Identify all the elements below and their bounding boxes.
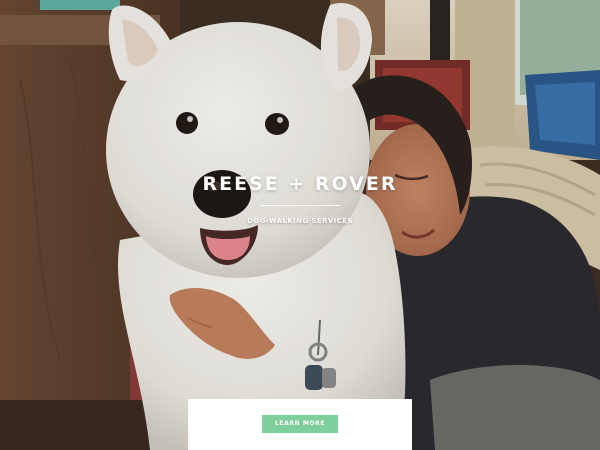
brand-block: REESE + ROVER DOG-WALKING SERVICES xyxy=(0,172,600,226)
brand-subtitle: DOG-WALKING SERVICES xyxy=(247,217,353,225)
brand-title: REESE + ROVER xyxy=(202,173,398,195)
title-divider xyxy=(260,205,340,206)
cta-panel: LEARN MORE xyxy=(188,399,412,450)
learn-more-button[interactable]: LEARN MORE xyxy=(262,415,338,433)
